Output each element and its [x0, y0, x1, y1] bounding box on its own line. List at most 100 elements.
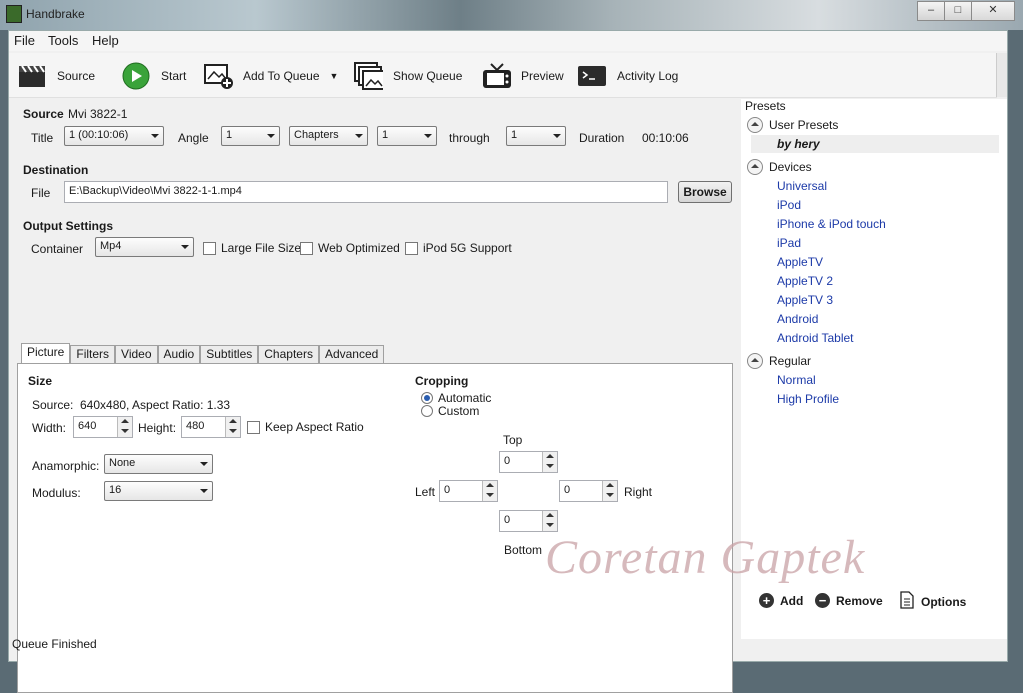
large-file-checkbox[interactable]: Large File Size: [203, 241, 301, 255]
keep-aspect-checkbox[interactable]: Keep Aspect Ratio: [247, 420, 364, 434]
size-heading: Size: [28, 374, 53, 388]
toolbar-scrollbar[interactable]: [996, 53, 1007, 97]
width-stepper[interactable]: 640: [73, 416, 133, 438]
start-label: Start: [161, 69, 187, 83]
source-button[interactable]: Source: [17, 59, 95, 93]
preview-button[interactable]: Preview: [481, 59, 564, 93]
remove-preset-button[interactable]: − Remove: [815, 593, 883, 608]
spin-arrows-icon[interactable]: [117, 417, 132, 437]
spin-arrows-icon[interactable]: [602, 481, 617, 501]
minimize-button[interactable]: –: [917, 1, 945, 21]
preset-iphone-ipod-touch[interactable]: iPhone & iPod touch: [777, 217, 886, 231]
ipod-5g-checkbox[interactable]: iPod 5G Support: [405, 241, 512, 255]
menu-file[interactable]: File: [14, 33, 35, 48]
tab-video[interactable]: Video: [115, 345, 158, 364]
presets-heading: Presets: [745, 99, 786, 113]
collapse-icon[interactable]: [747, 117, 763, 133]
preset-appletv-3[interactable]: AppleTV 3: [777, 293, 833, 307]
tab-chapters[interactable]: Chapters: [258, 345, 319, 364]
plus-icon: +: [759, 593, 774, 608]
preset-high-profile[interactable]: High Profile: [777, 392, 839, 406]
title-label: Title: [31, 131, 54, 145]
range-start-select[interactable]: 1: [377, 126, 437, 146]
devices-group[interactable]: Devices: [747, 159, 812, 175]
tab-advanced[interactable]: Advanced: [318, 345, 385, 364]
picture-source-label: Source:: [32, 398, 74, 412]
anamorphic-select[interactable]: None: [104, 454, 213, 474]
collapse-icon[interactable]: [747, 353, 763, 369]
duration-value: 00:10:06: [642, 131, 689, 145]
modulus-select[interactable]: 16: [104, 481, 213, 501]
crop-right-label: Right: [624, 485, 653, 499]
duration-label: Duration: [579, 131, 625, 145]
show-queue-button[interactable]: Show Queue: [353, 59, 462, 93]
crop-top-stepper[interactable]: 0: [499, 451, 558, 473]
spin-arrows-icon[interactable]: [225, 417, 240, 437]
add-to-queue-button[interactable]: Add To Queue ▼: [203, 59, 338, 93]
crop-right-stepper[interactable]: 0: [559, 480, 618, 502]
angle-select[interactable]: 1: [221, 126, 280, 146]
collapse-icon[interactable]: [747, 159, 763, 175]
tab-filters[interactable]: Filters: [70, 345, 116, 364]
web-optimized-checkbox[interactable]: Web Optimized: [300, 241, 400, 255]
status-bar: Queue Finished: [9, 633, 1007, 657]
preset-appletv[interactable]: AppleTV: [777, 255, 823, 269]
web-optimized-label: Web Optimized: [318, 241, 400, 255]
handbrake-app-icon: [6, 5, 22, 23]
preset-android[interactable]: Android: [777, 312, 818, 326]
preset-ipad[interactable]: iPad: [777, 236, 801, 250]
activity-log-label: Activity Log: [617, 69, 679, 83]
crop-left-stepper[interactable]: 0: [439, 480, 498, 502]
crop-automatic-radio[interactable]: Automatic: [421, 391, 491, 405]
preview-label: Preview: [521, 69, 564, 83]
regular-group[interactable]: Regular: [747, 353, 811, 369]
maximize-button[interactable]: □: [944, 1, 972, 21]
spin-arrows-icon[interactable]: [542, 452, 557, 472]
height-stepper[interactable]: 480: [181, 416, 241, 438]
checkbox-box: [405, 241, 418, 255]
angle-select-value: 1: [226, 129, 233, 141]
preset-by-hery[interactable]: by hery: [777, 137, 820, 151]
toolbar: Source Start Add To Queue ▼ Show Queue P…: [9, 53, 997, 98]
range-end-value: 1: [511, 129, 518, 141]
container-select[interactable]: Mp4: [95, 237, 194, 257]
destination-file-input[interactable]: E:\Backup\Video\Mvi 3822-1-1.mp4: [64, 181, 668, 203]
browse-button[interactable]: Browse: [678, 181, 732, 203]
preset-options-button[interactable]: Options: [899, 591, 966, 612]
menu-help[interactable]: Help: [92, 33, 119, 48]
tab-subtitles[interactable]: Subtitles: [200, 345, 259, 364]
start-button[interactable]: Start: [121, 59, 186, 93]
angle-label: Angle: [178, 131, 209, 145]
ipod-5g-label: iPod 5G Support: [423, 241, 512, 255]
preset-normal[interactable]: Normal: [777, 373, 816, 387]
user-presets-group[interactable]: User Presets: [747, 117, 838, 133]
tab-picture[interactable]: Picture: [21, 343, 71, 364]
through-label: through: [449, 131, 490, 145]
preset-android-tablet[interactable]: Android Tablet: [777, 331, 854, 345]
close-button[interactable]: ✕: [971, 1, 1015, 21]
crop-bottom-stepper[interactable]: 0: [499, 510, 558, 532]
range-mode-select[interactable]: Chapters: [289, 126, 368, 146]
preset-ipod[interactable]: iPod: [777, 198, 801, 212]
activity-log-button[interactable]: Activity Log: [577, 59, 678, 93]
checkbox-box: [247, 420, 260, 434]
chevron-down-icon: [200, 462, 208, 466]
range-end-select[interactable]: 1: [506, 126, 566, 146]
tab-audio[interactable]: Audio: [157, 345, 201, 364]
user-presets-label: User Presets: [769, 118, 839, 132]
crop-custom-label: Custom: [438, 404, 480, 418]
anamorphic-label: Anamorphic:: [32, 459, 100, 473]
spin-arrows-icon[interactable]: [482, 481, 497, 501]
spin-arrows-icon[interactable]: [542, 511, 557, 531]
add-to-queue-label: Add To Queue: [243, 69, 320, 83]
add-preset-button[interactable]: + Add: [759, 593, 803, 608]
preset-appletv-2[interactable]: AppleTV 2: [777, 274, 833, 288]
anamorphic-value: None: [109, 457, 136, 469]
crop-left-label: Left: [415, 485, 436, 499]
crop-custom-radio[interactable]: Custom: [421, 404, 479, 418]
menu-tools[interactable]: Tools: [48, 33, 78, 48]
dropdown-arrow-icon[interactable]: ▼: [330, 71, 339, 81]
devices-label: Devices: [769, 160, 812, 174]
preset-universal[interactable]: Universal: [777, 179, 827, 193]
title-select[interactable]: 1 (00:10:06): [64, 126, 164, 146]
